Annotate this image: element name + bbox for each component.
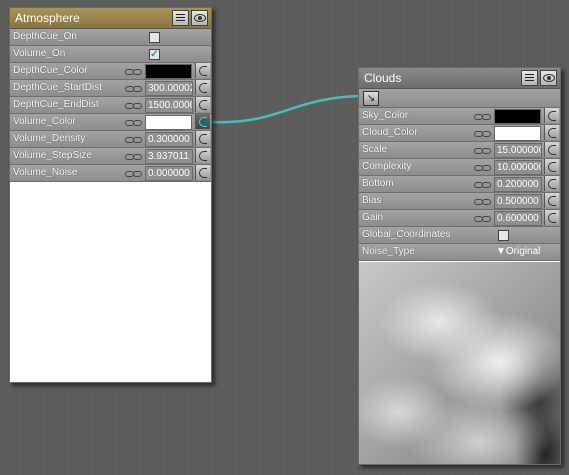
value-field[interactable]: 0.600000 <box>494 211 542 226</box>
value-field[interactable]: 0.200000 <box>494 177 542 192</box>
clouds-output-row: ↘ <box>359 89 560 108</box>
link-icon[interactable] <box>474 180 491 188</box>
value-field[interactable]: 0.300000 <box>145 132 193 147</box>
color-swatch[interactable] <box>494 109 541 124</box>
input-plug-icon[interactable] <box>195 165 210 180</box>
param-label: DepthCue_Color <box>13 65 88 76</box>
atmosphere-title-bar[interactable]: Atmosphere <box>10 8 211 29</box>
link-icon[interactable] <box>474 112 491 120</box>
param-row: Bias 0.500000 <box>359 193 560 210</box>
param-row: Global_Coordinates <box>359 227 560 244</box>
param-dropdown[interactable]: ▼Original <box>496 244 540 260</box>
param-label: Complexity <box>362 161 412 172</box>
input-plug-icon[interactable] <box>544 193 559 208</box>
menu-icon[interactable] <box>521 70 538 86</box>
param-label: Volume_Color <box>13 116 76 127</box>
value-field[interactable]: 0.000000 <box>145 166 193 181</box>
color-swatch[interactable] <box>145 64 192 79</box>
link-icon[interactable] <box>125 67 142 75</box>
param-row: Volume_On ✓ <box>10 46 211 63</box>
link-icon[interactable] <box>125 84 142 92</box>
value-field[interactable]: 3.937011 <box>145 149 193 164</box>
param-label: Noise_Type <box>362 246 415 257</box>
input-plug-icon[interactable] <box>195 80 210 95</box>
param-label: Volume_Noise <box>13 167 78 178</box>
input-plug-icon[interactable] <box>544 159 559 174</box>
param-row: Volume_Noise 0.000000 <box>10 165 211 182</box>
param-row: Scale 15.000000 <box>359 142 560 159</box>
param-label: DepthCue_EndDist <box>13 99 99 110</box>
param-label: Scale <box>362 144 388 155</box>
value-field[interactable]: 0.500000 <box>494 194 542 209</box>
eye-icon[interactable] <box>540 70 557 86</box>
link-icon[interactable] <box>474 197 491 205</box>
input-plug-icon[interactable] <box>195 97 210 112</box>
link-icon[interactable] <box>125 169 142 177</box>
link-icon[interactable] <box>474 146 491 154</box>
input-plug-icon[interactable] <box>544 142 559 157</box>
param-label: Sky_Color <box>362 110 409 121</box>
clouds-title-bar[interactable]: Clouds <box>359 68 560 89</box>
param-label: Volume_On <box>13 48 66 59</box>
input-plug-icon[interactable] <box>544 176 559 191</box>
param-row: Volume_StepSize 3.937011 <box>10 148 211 165</box>
param-checkbox[interactable] <box>149 32 160 43</box>
param-label: Bottom <box>362 178 394 189</box>
param-label: Cloud_Color <box>362 127 418 138</box>
input-plug-icon[interactable] <box>195 131 210 146</box>
dropdown-value: Original <box>505 246 541 257</box>
input-plug-icon[interactable] <box>544 210 559 225</box>
param-row: Cloud_Color <box>359 125 560 142</box>
link-icon[interactable] <box>125 118 142 126</box>
param-row: DepthCue_On <box>10 29 211 46</box>
param-label: Volume_Density <box>13 133 86 144</box>
param-checkbox[interactable] <box>498 230 509 241</box>
param-row: Complexity 10.000000 <box>359 159 560 176</box>
param-row: DepthCue_Color <box>10 63 211 80</box>
color-swatch[interactable] <box>494 126 541 141</box>
param-label: Gain <box>362 212 384 223</box>
value-field[interactable]: 300.00002 <box>145 81 193 96</box>
clouds-parameters: Sky_Color Cloud_Color Scale 15.000000 Comple… <box>359 108 560 261</box>
link-icon[interactable] <box>474 214 491 222</box>
dropdown-arrow-icon: ▼ <box>496 246 506 257</box>
param-row: Volume_Density 0.300000 <box>10 131 211 148</box>
link-icon[interactable] <box>474 163 491 171</box>
link-icon[interactable] <box>125 152 142 160</box>
clouds-title: Clouds <box>364 71 402 85</box>
link-icon[interactable] <box>125 135 142 143</box>
param-row: Noise_Type ▼Original <box>359 244 560 261</box>
link-icon[interactable] <box>474 129 491 137</box>
clouds-preview-image <box>359 262 560 464</box>
menu-icon[interactable] <box>172 10 189 26</box>
atmosphere-node[interactable]: Atmosphere DepthCue_On Volume_On ✓ DepthCue… <box>9 7 212 383</box>
param-row: DepthCue_StartDist 300.00002 <box>10 80 211 97</box>
value-field[interactable]: 15.000000 <box>494 143 542 158</box>
input-plug-icon[interactable] <box>544 108 559 123</box>
param-row: Volume_Color <box>10 114 211 131</box>
param-label: DepthCue_On <box>13 31 77 42</box>
link-icon[interactable] <box>125 101 142 109</box>
color-swatch[interactable] <box>145 115 192 130</box>
param-row: DepthCue_EndDist 1500.0000 <box>10 97 211 114</box>
eye-icon[interactable] <box>191 10 208 26</box>
value-field[interactable]: 1500.0000 <box>145 98 193 113</box>
param-row: Sky_Color <box>359 108 560 125</box>
atmosphere-title: Atmosphere <box>15 11 80 25</box>
value-field[interactable]: 10.000000 <box>494 160 542 175</box>
param-checkbox[interactable]: ✓ <box>149 49 160 60</box>
param-row: Gain 0.600000 <box>359 210 560 227</box>
param-row: Bottom 0.200000 <box>359 176 560 193</box>
input-plug-icon[interactable] <box>544 125 559 140</box>
atmosphere-parameters: DepthCue_On Volume_On ✓ DepthCue_Color Depth… <box>10 29 211 182</box>
clouds-node[interactable]: Clouds ↘ Sky_Color Cloud_Color Scale 15.000… <box>358 67 561 465</box>
param-label: Bias <box>362 195 382 206</box>
param-label: Global_Coordinates <box>362 229 451 240</box>
input-plug-icon[interactable] <box>195 114 210 129</box>
param-label: DepthCue_StartDist <box>13 82 102 93</box>
node-output-icon[interactable]: ↘ <box>363 91 379 106</box>
input-plug-icon[interactable] <box>195 63 210 78</box>
input-plug-icon[interactable] <box>195 148 210 163</box>
param-label: Volume_StepSize <box>13 150 92 161</box>
